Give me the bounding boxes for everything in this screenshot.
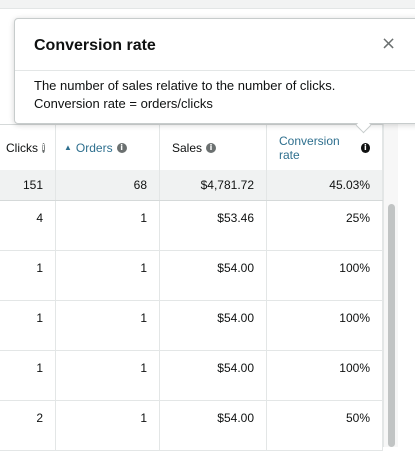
totals-row: 151 68 $4,781.72 45.03% [0,170,383,201]
cell-conversion-rate: 25% [267,201,383,250]
popover-title: Conversion rate [34,37,156,54]
popover-formula: Conversion rate = orders/clicks [34,96,213,111]
cell-sales: $53.46 [160,201,267,250]
conversion-rate-popover: Conversion rate × The number of sales re… [14,18,415,124]
cell-orders: 1 [56,201,160,250]
table-header-row: Clicks i ▲ Orders i Sales i Conversion r… [0,124,383,171]
cell-clicks: 1 [0,301,56,350]
cell-orders: 1 [56,301,160,350]
total-conversion-rate: 45.03% [267,170,383,200]
cell-conversion-rate: 100% [267,351,383,400]
column-header-label: Clicks [6,140,38,155]
cell-sales: $54.00 [160,251,267,300]
cell-conversion-rate: 50% [267,401,383,450]
sort-ascending-icon: ▲ [64,143,72,152]
cell-conversion-rate: 100% [267,251,383,300]
right-gutter [398,124,415,447]
total-clicks: 151 [0,170,56,200]
info-icon[interactable]: i [206,142,217,153]
cell-orders: 1 [56,251,160,300]
column-header-sales[interactable]: Sales i [160,125,267,170]
cell-clicks: 4 [0,201,56,250]
column-header-label: Sales [172,140,203,155]
column-header-label: Orders [75,140,113,155]
cell-sales: $54.00 [160,351,267,400]
info-icon[interactable]: i [360,142,370,153]
cell-clicks: 1 [0,251,56,300]
cell-clicks: 2 [0,401,56,450]
close-icon[interactable]: × [381,33,396,54]
table-row: 1 1 $54.00 100% [0,351,383,401]
cell-clicks: 1 [0,351,56,400]
cell-sales: $54.00 [160,301,267,350]
table-row: 2 1 $54.00 50% [0,401,383,451]
column-header-orders[interactable]: ▲ Orders i [56,125,160,170]
scrollbar-thumb[interactable] [388,204,395,447]
column-header-clicks[interactable]: Clicks i [0,125,56,170]
cell-sales: $54.00 [160,401,267,450]
cell-orders: 1 [56,351,160,400]
cell-conversion-rate: 100% [267,301,383,350]
cell-orders: 1 [56,401,160,450]
popover-divider [15,70,415,71]
table-row: 1 1 $54.00 100% [0,251,383,301]
vertical-scrollbar[interactable] [383,124,398,447]
column-header-conversion-rate[interactable]: Conversion rate i [267,125,383,170]
table-row: 1 1 $54.00 100% [0,301,383,351]
info-icon[interactable]: i [42,142,45,153]
top-bar [0,0,415,9]
popover-body: The number of sales relative to the numb… [34,77,335,113]
total-orders: 68 [56,170,160,200]
info-icon[interactable]: i [116,142,127,153]
total-sales: $4,781.72 [160,170,267,200]
table-row: 4 1 $53.46 25% [0,201,383,251]
column-header-label: Conversion rate [279,133,340,162]
popover-description: The number of sales relative to the numb… [34,78,336,93]
